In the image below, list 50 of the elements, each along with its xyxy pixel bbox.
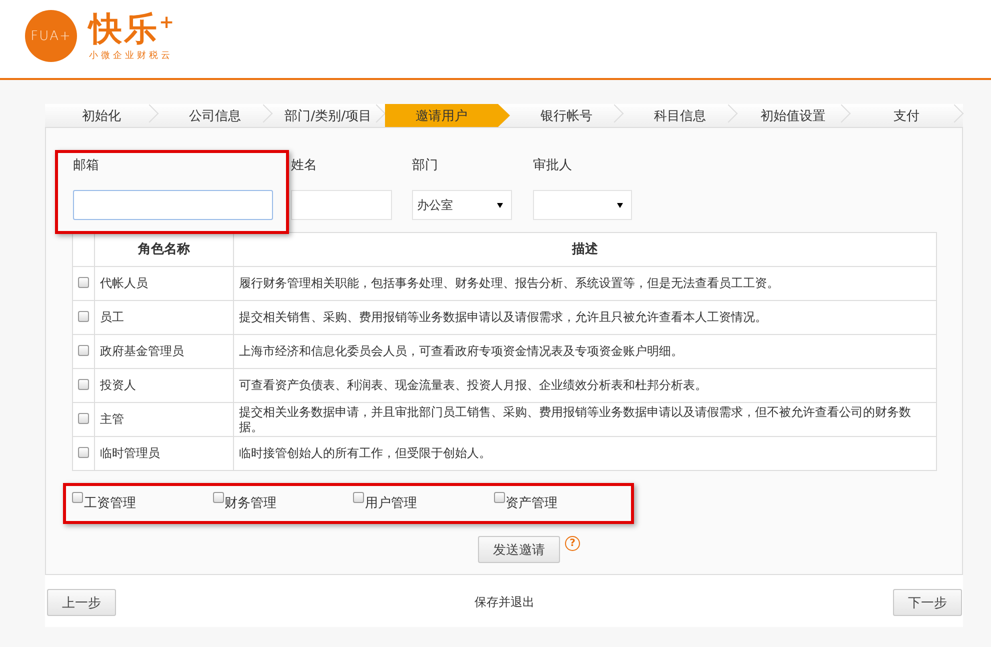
brand-name: 快乐$^{+}$: [89, 10, 176, 46]
checkbox[interactable]: [72, 492, 83, 503]
send-invite-button[interactable]: 发送邀请: [478, 536, 560, 563]
checkbox[interactable]: [353, 492, 364, 503]
checkbox[interactable]: [494, 492, 504, 503]
step-tab[interactable]: 初始化: [45, 104, 158, 127]
save-exit-link[interactable]: 保存并退出: [474, 594, 534, 611]
checkbox[interactable]: [78, 277, 89, 288]
next-step-button[interactable]: 下一步: [893, 589, 962, 616]
table-cell: 提交相关销售、采购、费用报销等业务数据申请以及请假需求，允许且只被允许查看本人工资情况。: [234, 300, 936, 334]
table-header: 描述: [234, 232, 936, 266]
checkbox-label: 资产管理: [506, 495, 558, 512]
step-tab[interactable]: 公司信息: [158, 104, 272, 127]
checkbox-label: 工资管理: [84, 495, 136, 512]
field-label: 姓名: [291, 158, 318, 174]
step-tab[interactable]: 部门/类别/项目: [272, 104, 385, 127]
field-label: 部门: [412, 158, 439, 174]
previous-step-button[interactable]: 上一步: [47, 589, 116, 616]
checkbox[interactable]: [78, 345, 89, 356]
checkbox[interactable]: [212, 492, 224, 503]
table-cell: 可查看资产负债表、利润表、现金流量表、投资人月报、企业绩效分析表和杜邦分析表。: [234, 368, 936, 402]
table-cell: 代帐人员: [94, 266, 234, 300]
checkbox-label: 财务管理: [224, 495, 276, 512]
step-tab[interactable]: 科目信息: [623, 104, 736, 127]
field-label: 邮箱: [73, 158, 100, 174]
checkbox-label: 用户管理: [365, 495, 417, 512]
checkbox[interactable]: [78, 311, 89, 322]
department-select[interactable]: 办公室: [412, 190, 512, 220]
table-cell: 提交相关业务数据申请，并且审批部门员工销售、采购、费用报销等业务数据申请以及请假需求，但不被允许查看公司的财务数据。: [234, 402, 936, 436]
checkbox[interactable]: [78, 413, 89, 424]
step-tab[interactable]: 初始值设置: [736, 104, 850, 127]
table-cell: 投资人: [94, 368, 234, 402]
email-field[interactable]: [73, 190, 273, 220]
checkbox[interactable]: [78, 447, 89, 458]
table-cell: 员工: [94, 300, 234, 334]
name-field[interactable]: [291, 190, 392, 220]
checkbox[interactable]: [78, 379, 89, 390]
table-cell: 履行财务管理相关职能，包括事务处理、财务处理、报告分析、系统设置等，但是无法查看员工工资。: [234, 266, 936, 300]
table-cell: 主管: [94, 402, 234, 436]
step-tab[interactable]: 银行帐号: [510, 104, 624, 127]
table-cell: 政府基金管理员: [94, 334, 234, 368]
step-tab[interactable]: 支付: [850, 104, 963, 127]
step-tab[interactable]: 邀请用户: [384, 104, 510, 127]
logo-mark: FUA+: [25, 10, 77, 62]
table-header: 角色名称: [94, 232, 234, 266]
table-cell: 临时接管创始人的所有工作，但受限于创始人。: [234, 436, 936, 470]
table-cell: 上海市经济和信息化委员会人员，可查看政府专项资金情况表及专项资金账户明细。: [234, 334, 936, 368]
brand-tagline: 小微企业财税云: [89, 50, 174, 62]
field-label: 审批人: [533, 158, 573, 174]
table-cell: 临时管理员: [94, 436, 234, 470]
